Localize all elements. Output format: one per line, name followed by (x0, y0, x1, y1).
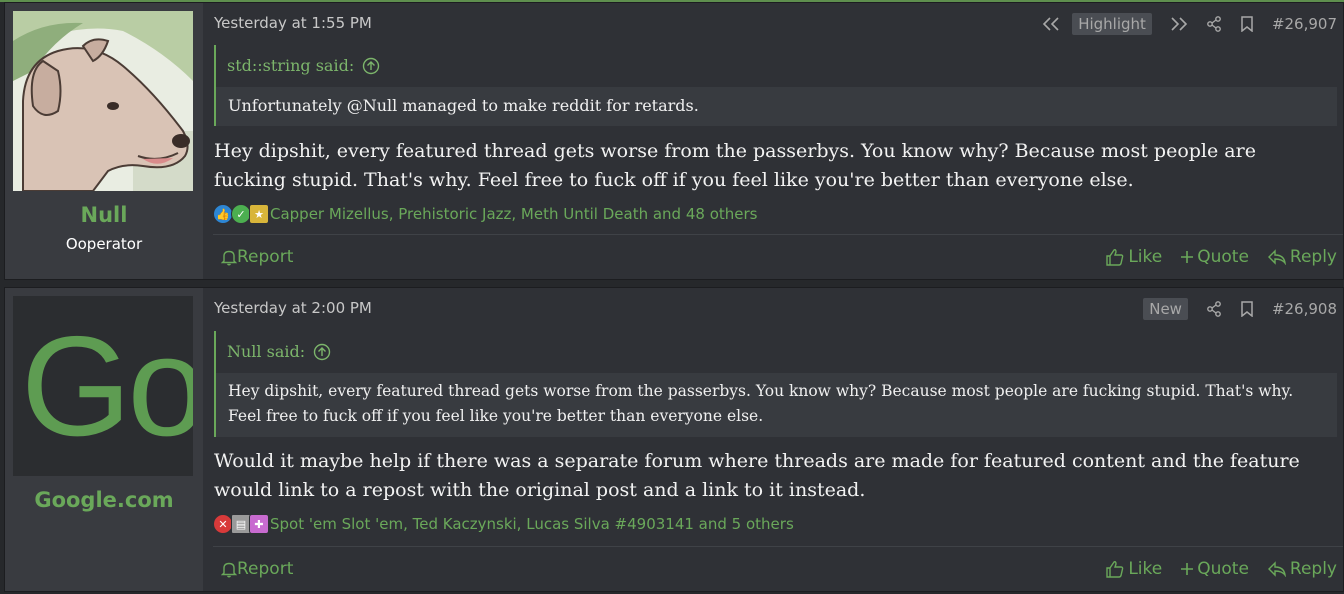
reply-button[interactable]: Reply (1267, 247, 1337, 267)
quote-button[interactable]: Quote (1180, 247, 1249, 267)
plus-icon (1181, 251, 1194, 263)
quote-author[interactable]: std::string said: (227, 45, 354, 87)
like-label: Like (1128, 559, 1163, 579)
bell-icon (221, 250, 237, 265)
check-icon: ✓ (231, 204, 251, 224)
user-title: Ooperator (65, 235, 143, 253)
quote-block: Null said: Hey dipshit, every featured t… (214, 331, 1337, 437)
report-label: Report (237, 247, 294, 267)
post-actions: Like Quote Reply (1087, 247, 1343, 267)
thumbs-up-icon (1106, 249, 1124, 266)
post-footer: Report Like Quote Reply (213, 546, 1343, 591)
post-date[interactable]: Yesterday at 2:00 PM (214, 299, 372, 317)
puzzle-icon: ✚ (249, 514, 269, 534)
like-button[interactable]: Like (1105, 247, 1162, 267)
report-button[interactable]: Report (213, 247, 293, 267)
post-main: Yesterday at 2:00 PM New #26,908 Null sa… (213, 288, 1343, 591)
post-body: Hey dipshit, every featured thread gets … (214, 140, 1256, 191)
username[interactable]: Null (5, 203, 203, 227)
quote-header[interactable]: Null said: (216, 331, 1337, 373)
post: Null Ooperator Yesterday at 1:55 PM High… (4, 2, 1344, 280)
quote-label: Quote (1197, 559, 1249, 579)
reply-icon (1267, 561, 1286, 577)
new-badge: New (1143, 298, 1188, 320)
quote-author[interactable]: Null said: (227, 331, 305, 373)
plus-icon (1181, 563, 1194, 575)
user-cell: Go Google.com (5, 288, 203, 591)
quote-text: Hey dipshit, every featured thread gets … (216, 373, 1337, 437)
dog-avatar-image (13, 11, 193, 191)
user-cell: Null Ooperator (5, 3, 203, 279)
post-number[interactable]: #26,907 (1272, 15, 1337, 33)
x-icon: ✕ (213, 514, 233, 534)
post-number[interactable]: #26,908 (1272, 300, 1337, 318)
reaction-icons: 👍 ✓ ★ (213, 204, 269, 224)
avatar-letters: Go (21, 307, 193, 466)
reactions-list[interactable]: Spot 'em Slot 'em, Ted Kaczynski, Lucas … (270, 515, 794, 533)
post-tools: New #26,908 (1125, 297, 1337, 321)
post-actions: Like Quote Reply (1087, 559, 1343, 579)
avatar[interactable]: Go (13, 296, 193, 476)
quote-label: Quote (1197, 247, 1249, 267)
reaction-icons: ✕ ▤ ✚ (213, 514, 269, 534)
username[interactable]: Google.com (5, 488, 203, 512)
reply-label: Reply (1289, 559, 1337, 579)
report-button[interactable]: Report (213, 559, 293, 579)
quote-button[interactable]: Quote (1180, 559, 1249, 579)
quote-block: std::string said: Unfortunately @Null ma… (214, 45, 1337, 126)
post-date[interactable]: Yesterday at 1:55 PM (214, 14, 372, 32)
arrow-up-circle-icon[interactable] (313, 343, 331, 361)
arrow-up-circle-icon[interactable] (362, 57, 380, 75)
thumbs-up-icon: 👍 (213, 204, 233, 224)
medal-icon: ★ (249, 204, 269, 224)
post-footer: Report Like Quote Reply (213, 234, 1343, 279)
bookmark-icon[interactable] (1240, 16, 1254, 32)
share-icon[interactable] (1206, 16, 1222, 32)
reactions-bar[interactable]: 👍 ✓ ★ Capper Mizellus, Prehistoric Jazz,… (213, 202, 757, 226)
reactions-list[interactable]: Capper Mizellus, Prehistoric Jazz, Meth … (270, 205, 757, 223)
reply-icon (1267, 249, 1286, 265)
bell-icon (221, 562, 237, 577)
thumbs-up-icon (1106, 561, 1124, 578)
bookmark-icon[interactable] (1240, 301, 1254, 317)
reply-button[interactable]: Reply (1267, 559, 1337, 579)
next-highlight-icon[interactable] (1170, 17, 1188, 31)
like-label: Like (1128, 247, 1163, 267)
book-icon: ▤ (231, 514, 251, 534)
highlight-badge[interactable]: Highlight (1072, 13, 1152, 35)
reactions-bar[interactable]: ✕ ▤ ✚ Spot 'em Slot 'em, Ted Kaczynski, … (213, 512, 794, 536)
reply-label: Reply (1289, 247, 1337, 267)
post-tools: Highlight #26,907 (1024, 12, 1337, 36)
like-button[interactable]: Like (1105, 559, 1162, 579)
quote-text: Unfortunately @Null managed to make redd… (216, 87, 1337, 126)
avatar[interactable] (13, 11, 193, 191)
post-body: Would it maybe help if there was a separ… (214, 450, 1300, 501)
prev-highlight-icon[interactable] (1042, 17, 1060, 31)
share-icon[interactable] (1206, 301, 1222, 317)
report-label: Report (237, 559, 294, 579)
quote-header[interactable]: std::string said: (216, 45, 1337, 87)
post-main: Yesterday at 1:55 PM Highlight #26,907 s… (213, 3, 1343, 279)
post: Go Google.com Yesterday at 2:00 PM New #… (4, 287, 1344, 592)
